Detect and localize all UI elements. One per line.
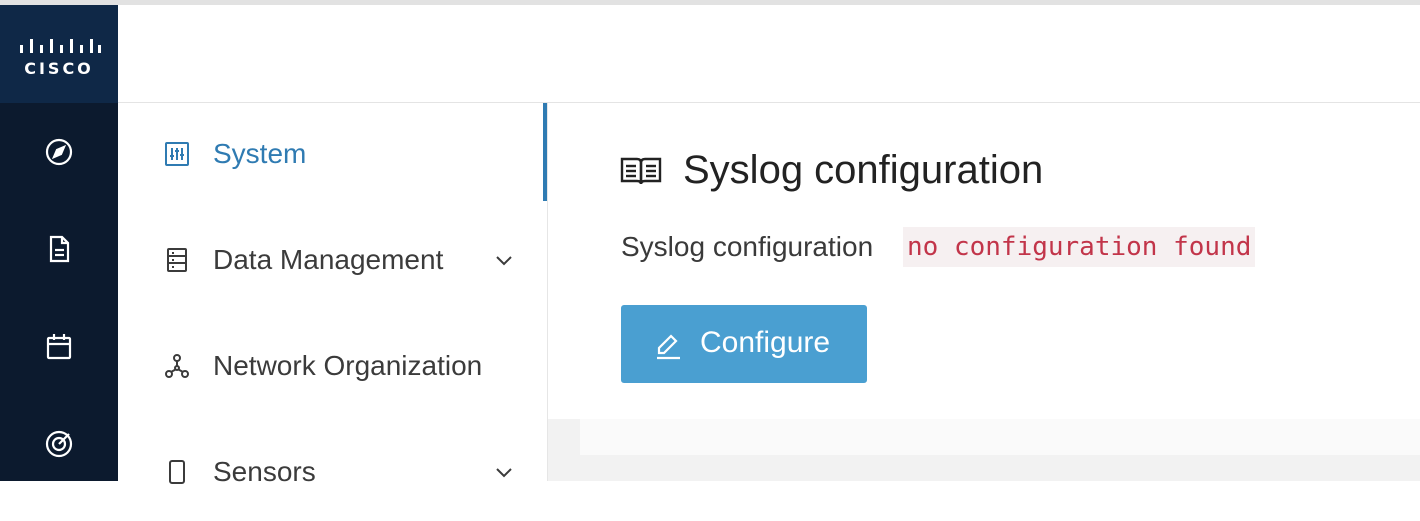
nav-item-system[interactable]: System — [118, 103, 547, 203]
calendar-icon[interactable] — [43, 331, 75, 363]
nav-item-network-organization[interactable]: Network Organization — [118, 315, 547, 415]
nav-item-data-management[interactable]: Data Management — [118, 209, 547, 309]
syslog-config-value: no configuration found — [903, 227, 1256, 267]
chevron-down-icon[interactable] — [493, 461, 515, 483]
nav-label-sensors: Sensors — [213, 456, 316, 487]
nav-label-system: System — [213, 138, 307, 169]
pencil-icon — [653, 331, 683, 361]
content-footer-area — [548, 419, 1420, 481]
nav-label-data-management: Data Management — [213, 244, 444, 275]
main-content: Syslog configuration Syslog configuratio… — [548, 103, 1420, 481]
left-rail: CISCO — [0, 5, 118, 481]
cisco-bars-icon — [20, 39, 101, 53]
list-icon — [164, 247, 190, 273]
footer-panel — [580, 419, 1420, 455]
page-title: Syslog configuration — [683, 148, 1044, 192]
syslog-config-label: Syslog configuration — [621, 231, 874, 262]
configure-button[interactable]: Configure — [621, 305, 867, 383]
configure-button-label: Configure — [700, 326, 831, 359]
nav-label-network-organization: Network Organization — [213, 350, 483, 381]
chevron-down-icon[interactable] — [493, 249, 515, 271]
settings-nav: System Data Management Network Organizat… — [118, 103, 548, 487]
document-icon[interactable] — [43, 233, 75, 265]
cisco-logo[interactable]: CISCO — [0, 5, 118, 103]
sliders-icon — [164, 141, 190, 167]
target-icon[interactable] — [43, 428, 75, 460]
active-indicator — [543, 103, 547, 201]
network-icon — [164, 353, 190, 379]
logo-text: CISCO — [24, 59, 94, 78]
device-icon — [164, 459, 190, 485]
nav-item-sensors[interactable]: Sensors — [118, 421, 547, 521]
top-header — [118, 5, 1420, 103]
book-icon — [620, 155, 662, 187]
compass-icon[interactable] — [43, 136, 75, 168]
